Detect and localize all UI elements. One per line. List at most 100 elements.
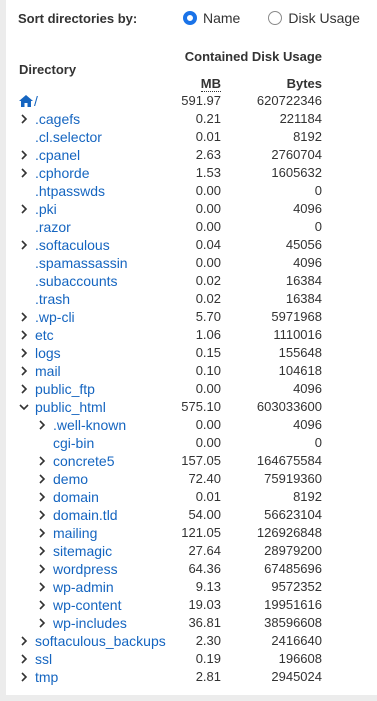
mb-value: 2.63 xyxy=(195,147,221,162)
directory-link[interactable]: domain.tld xyxy=(53,506,118,524)
chevron-right-icon[interactable] xyxy=(37,524,47,542)
directory-link[interactable]: mailing xyxy=(53,524,97,542)
mb-value: 54.00 xyxy=(188,507,221,522)
directory-link[interactable]: cgi-bin xyxy=(53,434,94,452)
chevron-right-icon[interactable] xyxy=(19,200,29,218)
directory-link[interactable]: demo xyxy=(53,470,88,488)
sort-by-disk-usage-option[interactable]: Disk Usage xyxy=(268,10,360,26)
directory-link[interactable]: sitemagic xyxy=(53,542,112,560)
mb-value: 0.19 xyxy=(195,651,221,666)
directory-column-header: Directory xyxy=(19,62,77,77)
sort-by-name-label: Name xyxy=(203,10,241,26)
table-row: public_ftp 0.00 4096 xyxy=(0,380,377,398)
bytes-value: 38596608 xyxy=(264,615,322,630)
directory-link[interactable]: .cphorde xyxy=(35,164,89,182)
table-row: .subaccounts 0.02 16384 xyxy=(0,272,377,290)
table-row: .cl.selector 0.01 8192 xyxy=(0,128,377,146)
directory-link[interactable]: .trash xyxy=(35,290,70,308)
mb-value: 0.00 xyxy=(195,435,221,450)
bytes-value: 126926848 xyxy=(256,525,322,540)
mb-value: 2.30 xyxy=(195,633,221,648)
mb-value: 157.05 xyxy=(181,453,221,468)
chevron-right-icon[interactable] xyxy=(19,236,29,254)
sort-by-name-option[interactable]: Name xyxy=(183,10,240,26)
bottom-border xyxy=(0,695,377,701)
directory-link[interactable]: wordpress xyxy=(53,560,118,578)
directory-link[interactable]: wp-includes xyxy=(53,614,127,632)
chevron-right-icon[interactable] xyxy=(19,632,29,650)
bytes-value: 603033600 xyxy=(256,399,322,414)
chevron-right-icon[interactable] xyxy=(19,362,29,380)
directory-link[interactable]: mail xyxy=(35,362,61,380)
chevron-down-icon[interactable] xyxy=(19,398,29,416)
bytes-value: 1110016 xyxy=(273,327,322,342)
directory-link[interactable]: .htpasswds xyxy=(35,182,105,200)
directory-link[interactable]: .cagefs xyxy=(35,110,80,128)
table-row: .softaculous 0.04 45056 xyxy=(0,236,377,254)
mb-value: 27.64 xyxy=(188,543,221,558)
table-row: demo 72.40 75919360 xyxy=(0,470,377,488)
chevron-right-icon[interactable] xyxy=(19,668,29,686)
chevron-right-icon[interactable] xyxy=(19,146,29,164)
chevron-right-icon[interactable] xyxy=(19,326,29,344)
chevron-right-icon[interactable] xyxy=(37,488,47,506)
directory-list: / 591.97 620722346 .cagefs 0.21 221184 .cl.sel… xyxy=(0,92,377,686)
directory-link[interactable]: ssl xyxy=(35,650,52,668)
directory-link[interactable]: .softaculous xyxy=(35,236,110,254)
mb-value: 19.03 xyxy=(188,597,221,612)
directory-link[interactable]: logs xyxy=(35,344,61,362)
bytes-value: 16384 xyxy=(285,291,322,306)
bytes-value: 155648 xyxy=(278,345,322,360)
directory-link[interactable]: domain xyxy=(53,488,99,506)
table-row: mail 0.10 104618 xyxy=(0,362,377,380)
chevron-right-icon[interactable] xyxy=(37,506,47,524)
chevron-right-icon[interactable] xyxy=(19,344,29,362)
chevron-right-icon[interactable] xyxy=(37,578,47,596)
bytes-value: 4096 xyxy=(293,201,322,216)
chevron-right-icon[interactable] xyxy=(37,416,47,434)
mb-value: 0.02 xyxy=(195,273,221,288)
sort-by-name-radio[interactable] xyxy=(183,11,197,25)
sort-by-disk-usage-radio[interactable] xyxy=(268,11,283,25)
directory-link[interactable]: .subaccounts xyxy=(35,272,118,290)
chevron-right-icon[interactable] xyxy=(19,380,29,398)
mb-value: 0.00 xyxy=(195,201,221,216)
bytes-value: 4096 xyxy=(293,255,322,270)
directory-link[interactable]: public_ftp xyxy=(35,380,95,398)
chevron-right-icon[interactable] xyxy=(37,542,47,560)
chevron-right-icon[interactable] xyxy=(19,110,29,128)
bytes-value: 196608 xyxy=(278,651,322,666)
directory-link[interactable]: .wp-cli xyxy=(35,308,75,326)
directory-link[interactable]: concrete5 xyxy=(53,452,114,470)
mb-value: 9.13 xyxy=(195,579,221,594)
directory-link[interactable]: wp-content xyxy=(53,596,121,614)
directory-link[interactable]: public_html xyxy=(35,398,106,416)
sort-by-disk-usage-label: Disk Usage xyxy=(288,10,360,26)
directory-link[interactable]: .cl.selector xyxy=(35,128,102,146)
bytes-value: 221184 xyxy=(279,111,322,126)
chevron-right-icon[interactable] xyxy=(37,470,47,488)
directory-link[interactable]: wp-admin xyxy=(53,578,114,596)
bytes-value: 2760704 xyxy=(271,147,322,162)
directory-link[interactable]: .pki xyxy=(35,200,57,218)
bytes-value: 0 xyxy=(314,219,322,234)
table-row: .cphorde 1.53 1605632 xyxy=(0,164,377,182)
chevron-right-icon[interactable] xyxy=(37,614,47,632)
directory-link[interactable]: etc xyxy=(35,326,54,344)
chevron-right-icon[interactable] xyxy=(37,452,47,470)
directory-link[interactable]: .well-known xyxy=(53,416,126,434)
chevron-right-icon[interactable] xyxy=(37,596,47,614)
bytes-value: 45056 xyxy=(285,237,322,252)
table-row: .htpasswds 0.00 0 xyxy=(0,182,377,200)
table-row: ssl 0.19 196608 xyxy=(0,650,377,668)
chevron-right-icon[interactable] xyxy=(19,650,29,668)
chevron-right-icon[interactable] xyxy=(19,308,29,326)
home-directory-link[interactable]: / xyxy=(18,92,38,110)
directory-link[interactable]: .spamassassin xyxy=(35,254,128,272)
chevron-right-icon[interactable] xyxy=(37,560,47,578)
bytes-value: 620722346 xyxy=(256,93,322,108)
directory-link[interactable]: tmp xyxy=(35,668,58,686)
directory-link[interactable]: .cpanel xyxy=(35,146,80,164)
chevron-right-icon[interactable] xyxy=(19,164,29,182)
directory-link[interactable]: .razor xyxy=(35,218,71,236)
